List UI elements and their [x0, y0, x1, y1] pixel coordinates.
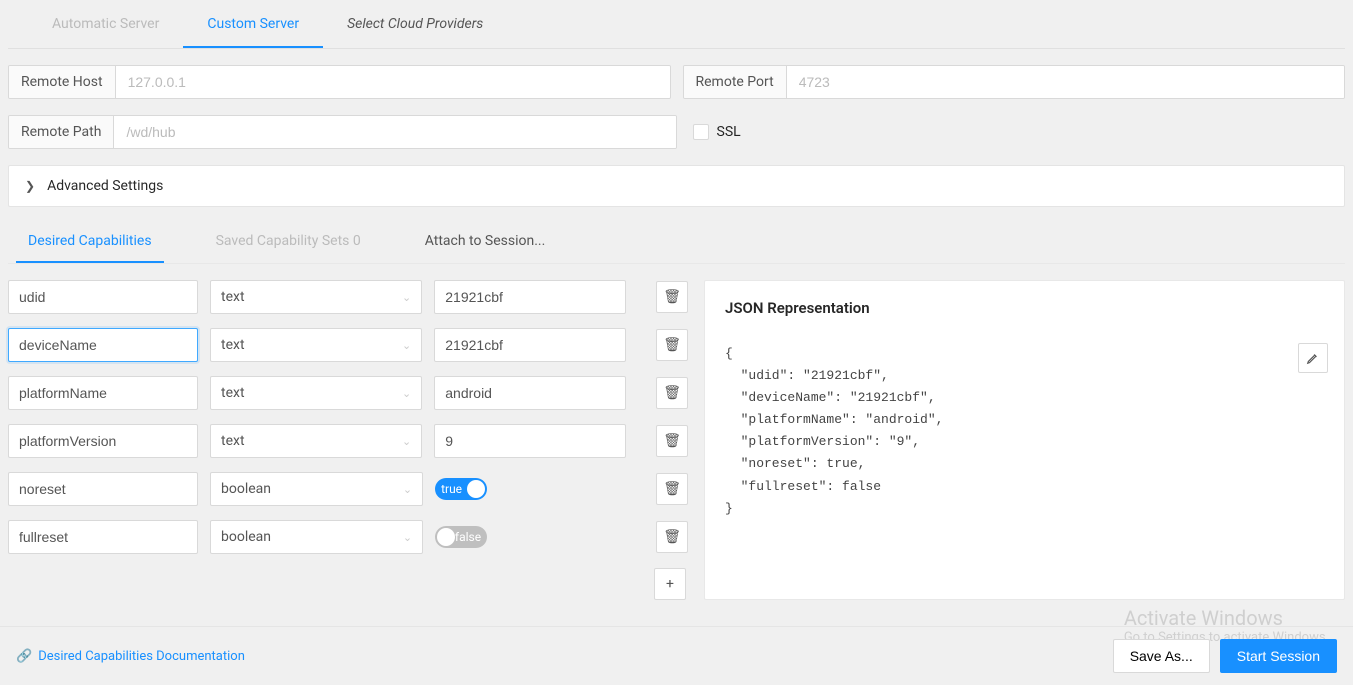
- capability-row: text ⌄ 🗑: [8, 280, 688, 314]
- remote-host-label: Remote Host: [9, 66, 116, 98]
- json-panel: JSON Representation { "udid": "21921cbf"…: [704, 280, 1345, 600]
- cap-value-input[interactable]: [434, 328, 626, 362]
- doc-link[interactable]: 🔗 Desired Capabilities Documentation: [16, 649, 245, 664]
- tab-custom-server[interactable]: Custom Server: [183, 0, 323, 48]
- json-title: JSON Representation: [725, 299, 1324, 317]
- cap-name-input[interactable]: [8, 328, 198, 362]
- footer: 🔗 Desired Capabilities Documentation Sav…: [0, 626, 1353, 685]
- add-capability-button[interactable]: +: [654, 568, 686, 600]
- chevron-down-icon: ⌄: [402, 339, 411, 352]
- capabilities-list: text ⌄ 🗑 text ⌄ 🗑 text ⌄ 🗑: [8, 280, 688, 600]
- toggle-label: false: [455, 530, 481, 544]
- cap-type-select[interactable]: text ⌄: [210, 424, 422, 458]
- chevron-down-icon: ⌄: [402, 435, 411, 448]
- ssl-label: SSL: [717, 124, 741, 140]
- advanced-settings-panel: ❯ Advanced Settings: [8, 165, 1345, 207]
- toggle-label: true: [441, 482, 462, 496]
- capability-row: text ⌄ 🗑: [8, 328, 688, 362]
- delete-button[interactable]: 🗑: [656, 377, 688, 409]
- capability-row: text ⌄ 🗑: [8, 376, 688, 410]
- chevron-down-icon: ⌄: [403, 531, 412, 544]
- server-tabs: Automatic Server Custom Server Select Cl…: [8, 0, 1345, 49]
- cap-type-select[interactable]: boolean ⌄: [210, 520, 423, 554]
- remote-path-label: Remote Path: [9, 116, 114, 148]
- cap-type-select[interactable]: text ⌄: [210, 376, 422, 410]
- delete-button[interactable]: 🗑: [656, 521, 688, 553]
- save-as-button[interactable]: Save As...: [1113, 639, 1210, 673]
- cap-value-input[interactable]: [434, 424, 626, 458]
- trash-icon: 🗑: [663, 433, 681, 449]
- json-text: { "udid": "21921cbf", "deviceName": "219…: [725, 343, 1324, 520]
- remote-port-label: Remote Port: [684, 66, 787, 98]
- advanced-settings-header[interactable]: ❯ Advanced Settings: [9, 166, 1344, 206]
- ssl-field: SSL: [689, 115, 745, 149]
- cap-type-value: text: [221, 337, 245, 353]
- edit-json-button[interactable]: [1298, 343, 1328, 373]
- cap-type-value: text: [221, 385, 245, 401]
- tab-desired-capabilities[interactable]: Desired Capabilities: [16, 223, 164, 263]
- cap-name-input[interactable]: [8, 376, 198, 410]
- plus-icon: +: [666, 576, 674, 592]
- start-session-button[interactable]: Start Session: [1220, 639, 1337, 673]
- cap-type-select[interactable]: text ⌄: [210, 280, 422, 314]
- cap-name-input[interactable]: [8, 520, 198, 554]
- remote-host-input[interactable]: [116, 66, 670, 98]
- delete-button[interactable]: 🗑: [656, 425, 688, 457]
- cap-value-input[interactable]: [434, 376, 626, 410]
- cap-value-input[interactable]: [434, 280, 626, 314]
- delete-button[interactable]: 🗑: [656, 329, 688, 361]
- cap-type-select[interactable]: text ⌄: [210, 328, 422, 362]
- trash-icon: 🗑: [663, 337, 681, 353]
- cap-boolean-toggle[interactable]: false: [435, 526, 487, 548]
- tab-automatic-server[interactable]: Automatic Server: [28, 0, 183, 48]
- remote-port-group: Remote Port: [683, 65, 1346, 99]
- capability-tabs: Desired Capabilities Saved Capability Se…: [8, 223, 1345, 264]
- cap-type-value: text: [221, 433, 245, 449]
- remote-path-group: Remote Path: [8, 115, 677, 149]
- trash-icon: 🗑: [663, 385, 681, 401]
- cap-name-input[interactable]: [8, 424, 198, 458]
- chevron-right-icon: ❯: [25, 179, 35, 193]
- toggle-knob: [467, 480, 485, 498]
- chevron-down-icon: ⌄: [402, 387, 411, 400]
- content-area: text ⌄ 🗑 text ⌄ 🗑 text ⌄ 🗑: [0, 264, 1353, 600]
- cap-type-value: boolean: [221, 529, 271, 545]
- cap-name-input[interactable]: [8, 472, 198, 506]
- ssl-checkbox[interactable]: [693, 124, 709, 140]
- chevron-down-icon: ⌄: [403, 483, 412, 496]
- delete-button[interactable]: 🗑: [656, 281, 688, 313]
- chevron-down-icon: ⌄: [402, 291, 411, 304]
- delete-button[interactable]: 🗑: [656, 473, 688, 505]
- link-icon: 🔗: [16, 649, 32, 664]
- tab-cloud-providers[interactable]: Select Cloud Providers: [323, 0, 507, 48]
- capability-row: boolean ⌄ true 🗑: [8, 472, 688, 506]
- tab-saved-sets[interactable]: Saved Capability Sets 0: [204, 223, 373, 263]
- cap-type-value: boolean: [221, 481, 271, 497]
- tab-attach-session[interactable]: Attach to Session...: [413, 223, 558, 263]
- pencil-icon: [1306, 351, 1320, 365]
- advanced-settings-label: Advanced Settings: [47, 178, 163, 194]
- remote-path-input[interactable]: [114, 116, 675, 148]
- capability-row: text ⌄ 🗑: [8, 424, 688, 458]
- trash-icon: 🗑: [663, 289, 681, 305]
- toggle-knob: [437, 528, 455, 546]
- cap-name-input[interactable]: [8, 280, 198, 314]
- remote-host-group: Remote Host: [8, 65, 671, 99]
- capability-row: boolean ⌄ false 🗑: [8, 520, 688, 554]
- trash-icon: 🗑: [663, 481, 681, 497]
- cap-boolean-toggle[interactable]: true: [435, 478, 487, 500]
- cap-type-select[interactable]: boolean ⌄: [210, 472, 423, 506]
- trash-icon: 🗑: [663, 529, 681, 545]
- remote-port-input[interactable]: [787, 66, 1344, 98]
- doc-link-label: Desired Capabilities Documentation: [38, 649, 245, 664]
- cap-type-value: text: [221, 289, 245, 305]
